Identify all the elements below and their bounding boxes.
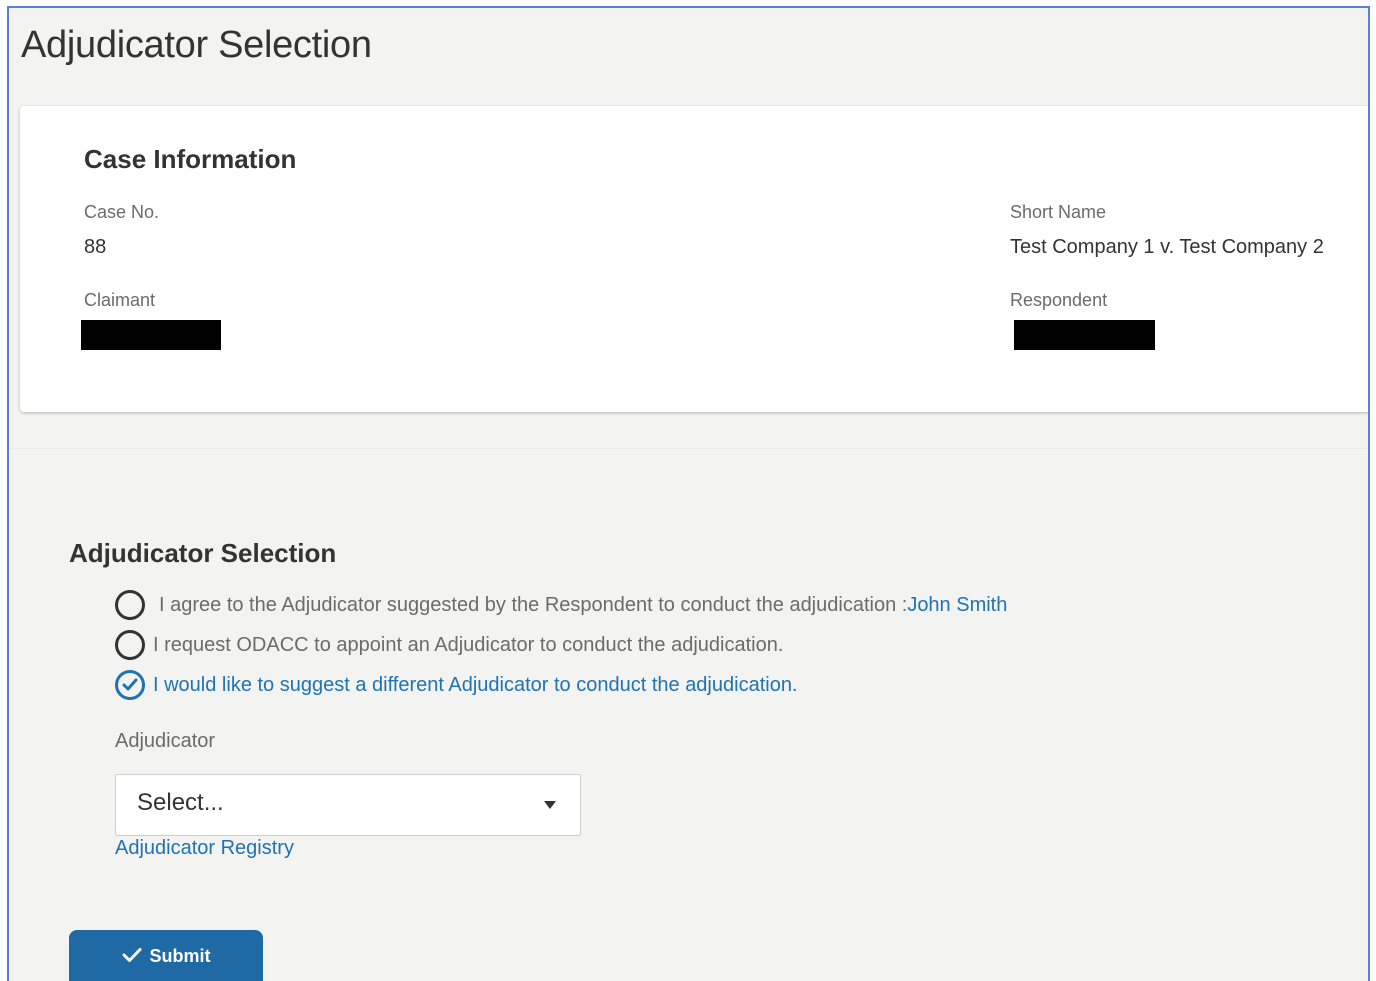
radio-option-agree-label: I agree to the Adjudicator suggested by … <box>159 593 908 616</box>
radio-option-suggest-different[interactable]: I would like to suggest a different Adju… <box>115 670 798 700</box>
submit-label: Submit <box>149 946 211 966</box>
adjudicator-field-label: Adjudicator <box>115 730 216 752</box>
adjudicator-registry-link[interactable]: Adjudicator Registry <box>115 837 294 860</box>
check-icon <box>122 948 141 962</box>
radio-option-agree-respondent[interactable]: I agree to the Adjudicator suggested by … <box>115 590 1007 620</box>
section-divider <box>9 448 1368 449</box>
case-information-card: Case Information Case No. 88 Short Name … <box>20 106 1368 412</box>
claimant-label: Claimant <box>84 290 156 310</box>
case-no-label: Case No. <box>84 202 160 222</box>
respondent-label: Respondent <box>1010 290 1108 310</box>
submit-button[interactable]: Submit <box>69 930 263 981</box>
radio-option-request-odacc[interactable]: I request ODACC to appoint an Adjudicato… <box>115 630 783 660</box>
radio-unchecked-icon[interactable] <box>115 590 145 620</box>
case-information-title: Case Information <box>84 144 297 174</box>
suggested-adjudicator-link[interactable]: John Smith <box>907 594 1007 617</box>
page-title: Adjudicator Selection <box>21 24 372 66</box>
radio-unchecked-icon[interactable] <box>115 630 145 660</box>
claimant-value-redacted <box>81 320 221 350</box>
case-no-value: 88 <box>84 236 107 258</box>
short-name-label: Short Name <box>1010 202 1107 222</box>
respondent-value-redacted <box>1014 320 1155 350</box>
adjudicator-select[interactable]: Select... <box>115 774 581 836</box>
radio-option-request-label: I request ODACC to appoint an Adjudicato… <box>153 633 784 656</box>
short-name-value: Test Company 1 v. Test Company 2 <box>1010 236 1324 258</box>
radio-option-suggest-label: I would like to suggest a different Adju… <box>153 673 798 696</box>
check-circle-icon[interactable] <box>115 670 145 700</box>
caret-down-icon[interactable] <box>544 801 556 809</box>
page-frame: Adjudicator Selection Case Information C… <box>7 6 1370 981</box>
adjudicator-select-value: Select... <box>137 789 224 816</box>
adjudicator-selection-title: Adjudicator Selection <box>69 538 337 568</box>
